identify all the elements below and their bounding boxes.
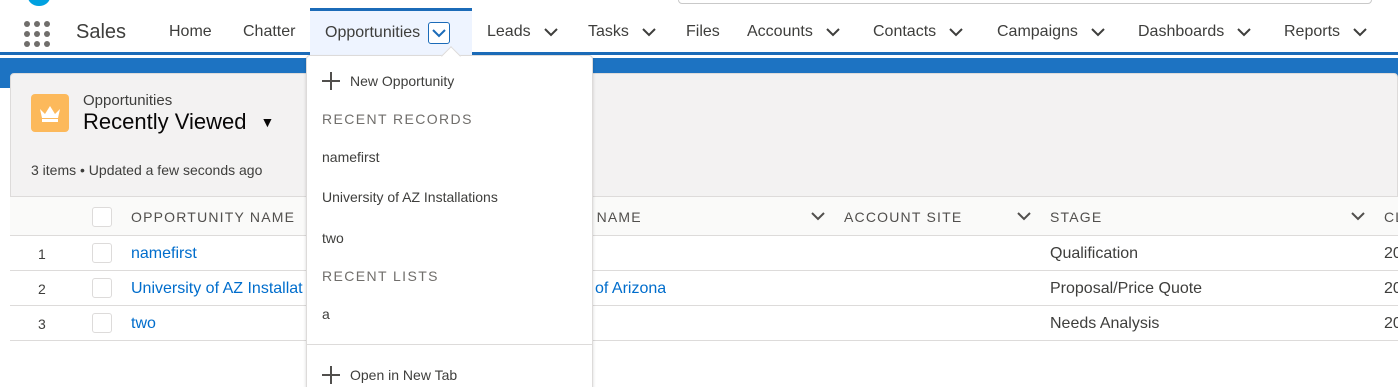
- menu-item-label: New Opportunity: [350, 73, 455, 89]
- nav-item-label: Opportunities: [325, 24, 421, 41]
- nav-item-label: Files: [686, 22, 720, 40]
- stage-value: Needs Analysis: [1050, 314, 1160, 332]
- nav-item-label: Home: [169, 22, 212, 40]
- opportunities-table: OPPORTUNITY NAME T NAME ACCOUNT SITE STA…: [10, 196, 1398, 387]
- table-header: OPPORTUNITY NAME T NAME ACCOUNT SITE STA…: [10, 196, 1398, 236]
- list-status-text: 3 items • Updated a few seconds ago: [31, 162, 263, 178]
- chevron-down-icon[interactable]: [1350, 208, 1366, 224]
- chevron-down-icon[interactable]: [543, 24, 559, 40]
- row-checkbox[interactable]: [92, 313, 112, 333]
- table-row[interactable]: 2 University of AZ Installat of Arizona …: [10, 271, 1398, 306]
- column-header-stage[interactable]: STAGE: [1050, 197, 1102, 237]
- stage-value: Proposal/Price Quote: [1050, 279, 1203, 297]
- salesforce-logo[interactable]: [28, 0, 50, 6]
- column-header-opportunity-name[interactable]: OPPORTUNITY NAME: [131, 197, 295, 237]
- close-date-value: 20: [1384, 279, 1398, 297]
- column-header-account-site[interactable]: ACCOUNT SITE: [844, 197, 962, 237]
- nav-item-leads[interactable]: Leads: [487, 8, 559, 55]
- nav-item-files[interactable]: Files: [686, 8, 720, 55]
- plus-icon: [322, 72, 340, 90]
- chevron-down-icon[interactable]: [428, 22, 451, 44]
- nav-item-label: Chatter: [243, 22, 296, 40]
- chevron-down-icon[interactable]: [1016, 208, 1032, 224]
- opportunity-name-link[interactable]: namefirst: [131, 236, 311, 271]
- recent-record-item[interactable]: namefirst: [307, 142, 592, 172]
- list-view-selector[interactable]: Recently Viewed ▼: [83, 109, 274, 135]
- table-row[interactable]: 3 two Needs Analysis 20: [10, 306, 1398, 341]
- menu-item-new-opportunity[interactable]: New Opportunity: [307, 66, 592, 96]
- app-name: Sales: [76, 21, 127, 43]
- nav-item-tasks[interactable]: Tasks: [588, 8, 657, 55]
- nav-item-accounts[interactable]: Accounts: [747, 8, 841, 55]
- object-label: Opportunities: [83, 92, 173, 109]
- nav-item-label: Accounts: [747, 22, 813, 40]
- nav-item-label: Tasks: [588, 22, 629, 40]
- chevron-down-icon[interactable]: [1236, 24, 1252, 40]
- recent-list-item[interactable]: a: [307, 299, 592, 329]
- close-date-value: 20: [1384, 244, 1398, 262]
- nav-item-dashboards[interactable]: Dashboards: [1138, 8, 1252, 55]
- chevron-down-icon[interactable]: [948, 24, 964, 40]
- column-header-close-date[interactable]: CL: [1384, 197, 1398, 237]
- stage-value: Qualification: [1050, 244, 1139, 262]
- nav-item-label: Contacts: [873, 22, 937, 40]
- row-checkbox[interactable]: [92, 278, 112, 298]
- top-strip: [0, 0, 1398, 8]
- row-checkbox[interactable]: [92, 243, 112, 263]
- nav-item-label: Leads: [487, 22, 531, 40]
- row-number: 2: [38, 280, 46, 297]
- nav-item-home[interactable]: Home: [169, 8, 212, 55]
- recent-lists-heading: RECENT LISTS: [322, 268, 439, 284]
- chevron-down-icon[interactable]: [641, 24, 657, 40]
- opportunities-nav-menu: New Opportunity RECENT RECORDS namefirst…: [306, 46, 593, 387]
- nav-item-contacts[interactable]: Contacts: [873, 8, 964, 55]
- plus-icon: [322, 366, 340, 384]
- opportunity-name-link[interactable]: two: [131, 306, 311, 341]
- account-name-link[interactable]: of Arizona: [595, 271, 666, 306]
- nav-item-label: Campaigns: [997, 22, 1078, 40]
- table-row[interactable]: 1 namefirst Qualification 20: [10, 236, 1398, 271]
- recent-records-heading: RECENT RECORDS: [322, 111, 473, 127]
- chevron-down-icon[interactable]: [1090, 24, 1106, 40]
- opportunity-crown-icon: [31, 94, 69, 132]
- nav-item-label: Reports: [1284, 22, 1341, 40]
- nav-item-label: Dashboards: [1138, 22, 1225, 40]
- recent-record-item[interactable]: University of AZ Installations: [307, 182, 592, 212]
- chevron-down-icon[interactable]: [810, 208, 826, 224]
- list-view-title: Recently Viewed: [83, 109, 247, 134]
- app-navbar: Sales Home Chatter Opportunities Leads T…: [0, 8, 1398, 55]
- app-launcher-icon[interactable]: [24, 21, 50, 47]
- opportunity-name-link[interactable]: University of AZ Installat: [131, 271, 311, 306]
- close-date-value: 20: [1384, 314, 1398, 332]
- chevron-down-icon[interactable]: [825, 24, 841, 40]
- nav-item-chatter[interactable]: Chatter: [243, 8, 295, 55]
- caret-down-icon[interactable]: ▼: [260, 114, 274, 130]
- chevron-down-icon[interactable]: [1352, 24, 1368, 40]
- menu-item-label: Open in New Tab: [350, 367, 458, 383]
- select-all-checkbox[interactable]: [92, 207, 112, 227]
- row-number: 1: [38, 245, 46, 262]
- menu-item-open-new-tab[interactable]: Open in New Tab: [307, 360, 592, 387]
- row-number: 3: [38, 315, 46, 332]
- global-search-input[interactable]: [678, 0, 1372, 4]
- recent-record-item[interactable]: two: [307, 223, 592, 253]
- nav-item-campaigns[interactable]: Campaigns: [997, 8, 1106, 55]
- nav-item-reports[interactable]: Reports: [1284, 8, 1368, 55]
- menu-divider: [307, 344, 592, 345]
